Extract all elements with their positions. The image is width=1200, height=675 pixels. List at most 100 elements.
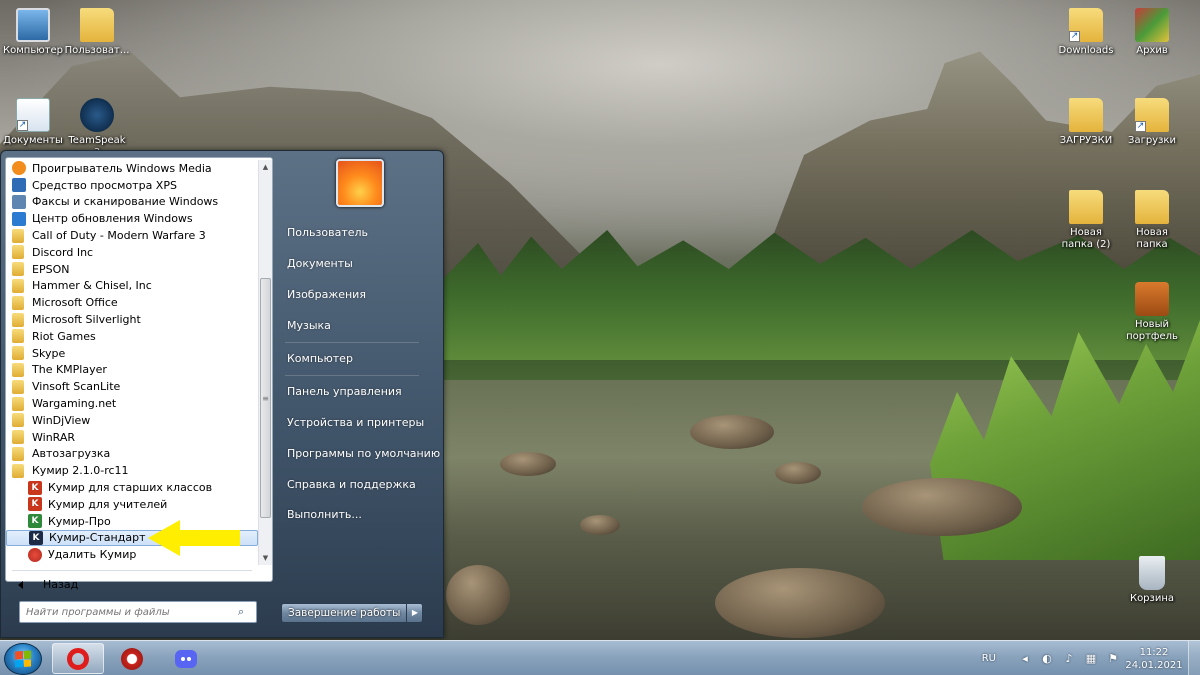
desktop-icon-new-folder-2[interactable]: Новая папка (2) [1053, 190, 1119, 251]
program-item[interactable]: Call of Duty - Modern Warfare 3 [6, 227, 258, 244]
program-item[interactable]: Кумир 2.1.0-rc11 [6, 462, 258, 479]
folder-icon [12, 362, 24, 377]
search-icon[interactable]: ⌕ [238, 606, 250, 618]
start-right-separator [285, 342, 419, 343]
show-desktop-button[interactable] [1188, 641, 1200, 675]
shutdown-group: Завершение работы ▶ [281, 603, 424, 623]
kumir-icon: K [28, 497, 42, 512]
folder-icon [12, 346, 24, 361]
program-item[interactable]: WinDjView [6, 412, 258, 429]
desktop-icon-new-folder[interactable]: Новая папка [1119, 190, 1185, 251]
start-right-item-pictures[interactable]: Изображения [287, 288, 366, 301]
back-label: Назад [43, 578, 79, 591]
wallpaper-rock [862, 478, 1022, 536]
opera-icon [67, 647, 89, 670]
start-search-box[interactable]: ⌕ [19, 601, 257, 623]
folder-icon [12, 295, 24, 310]
language-indicator[interactable]: RU [982, 653, 996, 664]
desktop-icon-downloads[interactable]: ↗ Downloads [1053, 8, 1119, 57]
volume-icon[interactable]: ♪ [1062, 652, 1076, 666]
start-right-item-documents[interactable]: Документы [287, 257, 353, 270]
shutdown-button[interactable]: Завершение работы [281, 603, 408, 623]
start-right-item-run[interactable]: Выполнить... [287, 508, 362, 521]
start-right-item-default-programs[interactable]: Программы по умолчанию [287, 447, 440, 460]
shutdown-options-arrow-icon[interactable]: ▶ [407, 603, 424, 623]
program-label: Центр обновления Windows [32, 212, 193, 226]
tray-chevron-icon[interactable]: ◂ [1018, 652, 1032, 666]
back-button[interactable]: Назад [18, 578, 78, 591]
folder-icon [12, 228, 24, 243]
program-label: Кумир для старших классов [48, 481, 213, 495]
program-item[interactable]: Discord Inc [6, 244, 258, 261]
program-item[interactable]: Hammer & Chisel, Inc [6, 278, 258, 295]
archive-icon [1135, 8, 1169, 42]
start-right-item-devices-printers[interactable]: Устройства и принтеры [287, 416, 424, 429]
program-item[interactable]: Microsoft Silverlight [6, 311, 258, 328]
folder-icon [12, 312, 24, 327]
program-item[interactable]: Riot Games [6, 328, 258, 345]
program-item[interactable]: Microsoft Office [6, 294, 258, 311]
program-item[interactable]: Wargaming.net [6, 395, 258, 412]
program-item[interactable]: K Кумир для учителей [6, 496, 258, 513]
program-item[interactable]: Проигрыватель Windows Media [6, 160, 258, 177]
taskbar-clock[interactable]: 11:22 24.01.2021 [1124, 646, 1184, 672]
scroll-down-icon[interactable]: ▼ [259, 551, 272, 565]
taskbar-discord-button[interactable] [160, 643, 212, 674]
start-right-item-control-panel[interactable]: Панель управления [287, 385, 402, 398]
user-avatar[interactable] [336, 159, 384, 207]
desktop-icon-label: Архив [1136, 45, 1168, 56]
desktop-icon-recycle-bin[interactable]: Корзина [1119, 556, 1185, 605]
desktop-icon-zagruzki-upper[interactable]: ЗАГРУЗКИ [1053, 98, 1119, 147]
computer-icon [16, 8, 50, 42]
desktop-icon-archive[interactable]: Архив [1119, 8, 1185, 57]
clock-time: 11:22 [1139, 646, 1169, 658]
start-button[interactable] [4, 643, 42, 675]
program-item[interactable]: EPSON [6, 261, 258, 278]
start-right-item-help[interactable]: Справка и поддержка [287, 478, 416, 491]
program-item[interactable]: Автозагрузка [6, 446, 258, 463]
programs-scrollbar[interactable]: ▲ ≡ ▼ [258, 160, 272, 565]
desktop-icon-user-folder[interactable]: Пользоват... [64, 8, 130, 57]
network-icon[interactable]: ▦ [1084, 652, 1098, 666]
desktop-icon-zagruzki[interactable]: ↗ Загрузки [1119, 98, 1185, 147]
desktop-icon-briefcase[interactable]: Новый портфель [1119, 282, 1185, 343]
program-item[interactable]: Факсы и сканирование Windows [6, 194, 258, 211]
program-item[interactable]: K Кумир для старших классов [6, 479, 258, 496]
desktop-icon-label: ЗАГРУЗКИ [1059, 135, 1113, 146]
folder-icon [12, 262, 24, 277]
taskbar-opera-button[interactable] [52, 643, 104, 674]
start-right-item-computer[interactable]: Компьютер [287, 352, 353, 365]
program-label: Discord Inc [32, 245, 94, 259]
start-right-item-user[interactable]: Пользователь [287, 226, 368, 239]
recycle-bin-icon [1139, 556, 1165, 590]
tray-app-icon[interactable]: ◐ [1040, 652, 1054, 666]
program-item[interactable]: Skype [6, 345, 258, 362]
program-label: Проигрыватель Windows Media [32, 161, 212, 175]
program-item[interactable]: Vinsoft ScanLite [6, 378, 258, 395]
program-item[interactable]: The KMPlayer [6, 362, 258, 379]
desktop-icon-label: Загрузки [1128, 135, 1176, 146]
annotation-arrow-icon [148, 520, 240, 556]
downloads-folder-icon: ↗ [1135, 98, 1169, 132]
xps-viewer-icon [12, 178, 26, 193]
program-item[interactable]: Средство просмотра XPS [6, 177, 258, 194]
program-label: Кумир-Стандарт [49, 531, 146, 545]
action-center-flag-icon[interactable]: ⚑ [1106, 652, 1120, 666]
kumir-icon: K [28, 480, 42, 495]
wallpaper-rock [500, 452, 556, 476]
desktop-icon-computer[interactable]: Компьютер [0, 8, 66, 57]
program-label: Автозагрузка [32, 447, 111, 461]
start-right-item-music[interactable]: Музыка [287, 319, 331, 332]
scroll-up-icon[interactable]: ▲ [259, 160, 272, 174]
system-tray: RU ◂ ◐ ♪ ▦ ⚑ 11:22 24.01.2021 [982, 641, 1200, 675]
program-label: Кумир-Про [48, 514, 111, 528]
taskbar-wot-button[interactable] [106, 643, 158, 674]
program-label: Hammer & Chisel, Inc [32, 279, 152, 293]
program-item[interactable]: WinRAR [6, 429, 258, 446]
discord-icon [175, 649, 197, 668]
program-label: EPSON [32, 262, 70, 276]
program-item[interactable]: Центр обновления Windows [6, 210, 258, 227]
start-search-input[interactable] [26, 606, 238, 618]
scroll-thumb[interactable]: ≡ [260, 278, 271, 518]
wallpaper-rock [775, 462, 821, 484]
